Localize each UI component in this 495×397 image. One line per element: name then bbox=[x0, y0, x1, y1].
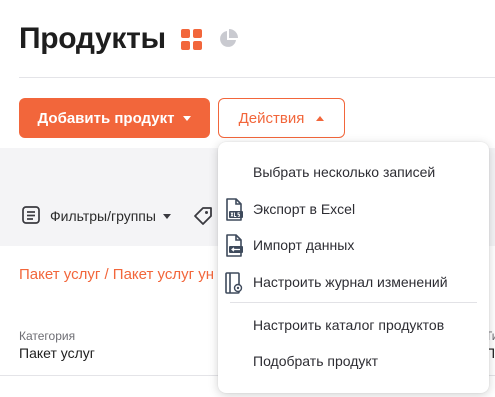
import-icon bbox=[226, 234, 243, 257]
menu-item-select-product[interactable]: Подобрать продукт bbox=[218, 344, 489, 378]
add-product-button[interactable]: Добавить продукт bbox=[19, 98, 210, 138]
menu-item-label: Настроить каталог продуктов bbox=[253, 317, 445, 333]
add-product-label: Добавить продукт bbox=[37, 109, 175, 127]
menu-item-label: Настроить журнал изменений bbox=[253, 274, 448, 290]
chart-view-icon[interactable] bbox=[218, 29, 238, 49]
chevron-down-icon bbox=[162, 213, 171, 219]
actions-menu: Выбрать несколько записей Экспорт в Exce… bbox=[218, 142, 489, 393]
menu-item-label: Подобрать продукт bbox=[253, 353, 379, 369]
menu-item-import-data[interactable]: Импорт данных bbox=[218, 228, 489, 262]
chevron-up-icon bbox=[316, 115, 325, 121]
filters-dropdown[interactable]: Фильтры/группы bbox=[50, 208, 171, 224]
grid-view-icon[interactable] bbox=[181, 29, 202, 50]
menu-item-configure-catalog[interactable]: Настроить каталог продуктов bbox=[218, 308, 489, 342]
actions-label: Действия bbox=[238, 109, 305, 127]
chevron-down-icon bbox=[183, 115, 192, 121]
change-log-icon bbox=[225, 272, 243, 294]
menu-item-change-log[interactable]: Настроить журнал изменений bbox=[218, 265, 489, 299]
menu-divider bbox=[230, 302, 477, 303]
category-label: Категория bbox=[19, 329, 76, 343]
menu-item-label: Импорт данных bbox=[253, 237, 355, 253]
category-value: Пакет услуг bbox=[19, 345, 95, 361]
header-divider bbox=[19, 77, 495, 78]
menu-item-label: Экспорт в Excel bbox=[253, 201, 356, 217]
filters-label: Фильтры/группы bbox=[50, 208, 156, 224]
page-title: Продукты bbox=[19, 22, 166, 55]
menu-item-select-multiple[interactable]: Выбрать несколько записей bbox=[218, 155, 489, 189]
filter-icon[interactable] bbox=[21, 205, 41, 225]
actions-button[interactable]: Действия bbox=[218, 98, 345, 138]
xls-export-icon bbox=[226, 198, 243, 221]
page-header: Продукты Добавить продукт Действия bbox=[0, 0, 495, 148]
breadcrumb[interactable]: Пакет услуг / Пакет услуг ун bbox=[19, 266, 214, 283]
menu-item-export-excel[interactable]: Экспорт в Excel bbox=[218, 192, 489, 226]
menu-item-label: Выбрать несколько записей bbox=[253, 164, 436, 180]
tag-icon[interactable] bbox=[193, 206, 213, 226]
